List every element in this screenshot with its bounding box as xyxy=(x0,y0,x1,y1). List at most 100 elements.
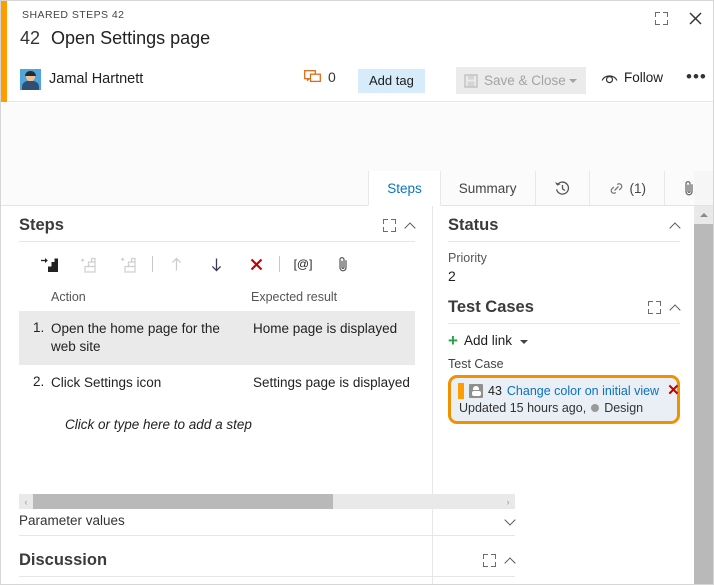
attach-file-icon[interactable] xyxy=(323,249,363,279)
test-cases-section-header: Test Cases xyxy=(448,298,680,324)
horizontal-scroll-thumb[interactable] xyxy=(33,494,333,509)
steps-section-title: Steps xyxy=(19,216,64,234)
test-case-title-link[interactable]: Change color on initial view xyxy=(507,384,659,398)
tab-history[interactable] xyxy=(536,171,590,205)
work-item-header: SHARED STEPS 42 42 Open Settings page Ja… xyxy=(7,1,713,102)
add-tag-button[interactable]: Add tag xyxy=(358,69,425,93)
status-section-title: Status xyxy=(448,216,499,234)
toolbar-divider xyxy=(152,256,153,272)
insert-parameter-label: [@] xyxy=(293,257,313,271)
comment-icon xyxy=(304,69,321,82)
discussion-count-value: 0 xyxy=(328,69,336,85)
priority-value[interactable]: 2 xyxy=(448,268,680,284)
tab-bar: Steps Summary (1) xyxy=(1,171,713,206)
test-case-id: 43 xyxy=(488,384,502,398)
steps-table: Action Expected result 1. Open the home … xyxy=(19,288,415,432)
tab-links[interactable]: (1) xyxy=(590,171,665,205)
test-case-updated-text: Updated 15 hours ago, xyxy=(459,401,587,415)
discussion-section-title: Discussion xyxy=(19,551,108,569)
tab-links-count: (1) xyxy=(629,180,647,196)
discussion-count[interactable]: 0 xyxy=(304,69,336,85)
column-header-action: Action xyxy=(51,290,86,304)
priority-label: Priority xyxy=(448,251,487,265)
test-cases-expand-icon[interactable] xyxy=(648,301,661,314)
test-case-color-bar xyxy=(458,383,464,399)
vertical-scroll-thumb[interactable] xyxy=(694,224,713,584)
assigned-to[interactable]: Jamal Hartnett xyxy=(20,64,143,94)
work-item-id: 42 xyxy=(20,28,41,48)
shared-steps-work-item-window: SHARED STEPS 42 42 Open Settings page Ja… xyxy=(0,0,714,585)
avatar xyxy=(20,68,41,90)
tab-steps-label: Steps xyxy=(387,180,422,196)
toolbar-divider-2 xyxy=(279,256,280,272)
steps-table-header: Action Expected result xyxy=(19,288,415,311)
save-and-close-label: Save & Close xyxy=(484,73,566,88)
status-section-header: Status xyxy=(448,216,680,242)
save-and-close-button[interactable]: Save & Close xyxy=(456,67,586,94)
remove-link-icon[interactable]: ✕ xyxy=(664,383,680,398)
test-cases-section-title: Test Cases xyxy=(448,298,534,316)
test-case-type-icon xyxy=(469,384,483,398)
follow-button[interactable]: Follow xyxy=(601,70,663,85)
test-cases-section: Test Cases + Add link Test Case 43 Chang… xyxy=(448,298,680,424)
tab-summary[interactable]: Summary xyxy=(441,171,536,205)
table-row[interactable]: 2. Click Settings icon Settings page is … xyxy=(19,365,415,401)
step-expected-result[interactable]: Home page is displayed xyxy=(253,320,415,356)
tab-steps[interactable]: Steps xyxy=(368,171,441,206)
assigned-to-name: Jamal Hartnett xyxy=(49,71,144,87)
step-number: 1. xyxy=(33,320,45,335)
tab-summary-label: Summary xyxy=(458,180,517,196)
steps-toolbar: [@] xyxy=(19,246,415,282)
insert-shared-step-icon xyxy=(69,249,109,279)
horizontal-scroll-track[interactable] xyxy=(33,494,501,509)
steps-section-header: Steps xyxy=(19,216,415,242)
history-icon xyxy=(554,180,569,195)
add-step-placeholder[interactable]: Click or type here to add a step xyxy=(19,401,415,432)
breadcrumb: SHARED STEPS 42 xyxy=(22,9,125,21)
move-down-icon[interactable] xyxy=(196,249,236,279)
table-row[interactable]: 1. Open the home page for the web site H… xyxy=(19,311,415,365)
linked-test-case-card[interactable]: 43 Change color on initial view ✕ Update… xyxy=(448,375,680,424)
step-number: 2. xyxy=(33,374,45,389)
eye-icon xyxy=(601,75,618,84)
test-cases-collapse-icon[interactable] xyxy=(671,303,680,312)
scroll-up-icon[interactable] xyxy=(694,206,713,224)
save-icon xyxy=(464,73,478,88)
steps-collapse-icon[interactable] xyxy=(406,221,415,230)
maximize-icon[interactable] xyxy=(650,7,672,29)
follow-label: Follow xyxy=(624,70,664,85)
scrollbar-gutter-top xyxy=(694,171,713,206)
step-action[interactable]: Click Settings icon xyxy=(51,374,253,392)
right-pane: Status Priority 2 Test Cases + Add link xyxy=(434,206,695,584)
left-pane: Steps [@] Action Expected result 1. Open… xyxy=(1,206,515,584)
insert-parameter-icon[interactable]: [@] xyxy=(283,249,323,279)
chevron-down-icon[interactable] xyxy=(569,78,577,83)
work-item-body: Steps [@] Action Expected result 1. Open… xyxy=(1,206,695,584)
test-case-group-label: Test Case xyxy=(448,357,504,371)
more-actions-button[interactable]: ••• xyxy=(686,68,707,85)
move-up-icon xyxy=(156,249,196,279)
parameter-values-title: Parameter values xyxy=(19,513,125,528)
test-case-state-dot xyxy=(591,404,600,412)
delete-step-icon[interactable] xyxy=(236,249,276,279)
add-link-button[interactable]: + Add link xyxy=(448,332,680,349)
window-controls xyxy=(650,7,706,29)
field-grid: State Active Reason New Area Fabrikam Fi… xyxy=(1,103,713,268)
close-icon[interactable] xyxy=(684,7,706,29)
steps-section: Steps [@] xyxy=(19,216,415,282)
page-vertical-scrollbar[interactable] xyxy=(694,206,713,584)
status-collapse-icon[interactable] xyxy=(671,221,680,230)
add-link-label: Add link xyxy=(463,333,512,348)
steps-expand-icon[interactable] xyxy=(383,219,396,232)
chevron-down-icon[interactable] xyxy=(519,339,528,344)
insert-step-icon[interactable] xyxy=(29,249,69,279)
column-header-expected: Expected result xyxy=(251,290,338,304)
scroll-left-icon[interactable]: ‹ xyxy=(19,497,33,507)
step-expected-result[interactable]: Settings page is displayed xyxy=(253,374,415,392)
link-icon xyxy=(610,182,622,194)
step-action[interactable]: Open the home page for the web site xyxy=(51,320,253,356)
page-title: 42 Open Settings page xyxy=(20,28,210,49)
status-section: Status Priority 2 xyxy=(448,216,680,284)
work-item-title[interactable]: Open Settings page xyxy=(51,28,210,49)
test-case-state: Design xyxy=(604,401,644,415)
